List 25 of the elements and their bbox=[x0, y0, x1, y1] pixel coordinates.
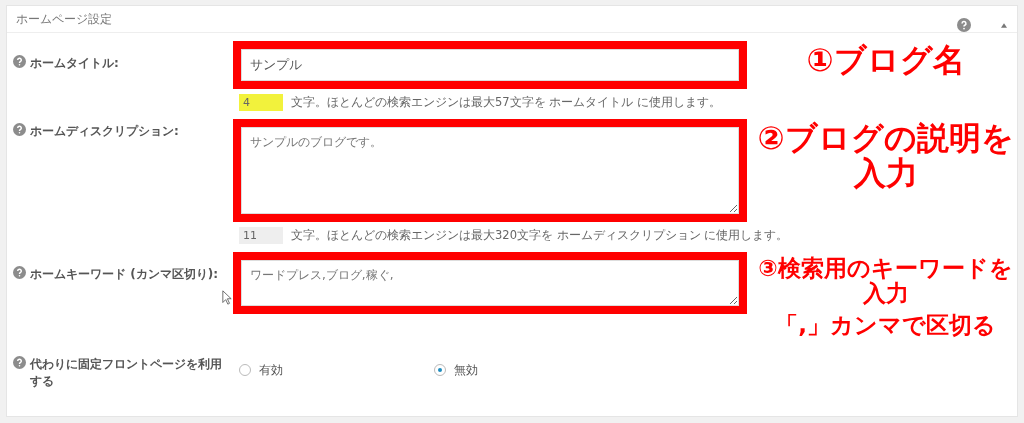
cursor-icon bbox=[222, 290, 232, 305]
help-icon[interactable] bbox=[957, 18, 971, 32]
help-icon[interactable] bbox=[13, 355, 26, 369]
annotation-text: ③検索用のキーワードを入力 bbox=[757, 256, 1014, 307]
help-icon[interactable] bbox=[13, 266, 26, 279]
radio-label: 無効 bbox=[454, 361, 478, 379]
help-icon[interactable] bbox=[13, 55, 26, 68]
hint-text: 文字。ほとんどの検索エンジンは最大57文字を ホームタイトル に使用します。 bbox=[291, 95, 721, 110]
char-count: 11 bbox=[239, 227, 283, 244]
collapse-icon[interactable] bbox=[1001, 22, 1007, 28]
annotation-text: ②ブログの説明を入力 bbox=[756, 121, 1015, 192]
char-count: 4 bbox=[239, 94, 283, 111]
annotation-text: ①ブログ名 bbox=[805, 43, 966, 79]
title-field[interactable]: サンプル bbox=[241, 49, 739, 81]
help-icon[interactable] bbox=[13, 123, 26, 136]
field-label: ホームキーワード (カンマ区切り): bbox=[30, 266, 218, 283]
panel-title: ホームページ設定 bbox=[16, 10, 112, 28]
radio-label: 有効 bbox=[259, 361, 283, 379]
field-label: ホームディスクリプション: bbox=[30, 123, 179, 140]
keywords-field[interactable]: ワードプレス,ブログ,稼ぐ, bbox=[241, 260, 739, 306]
description-field[interactable]: サンプルのブログです。 bbox=[241, 127, 739, 214]
hint-text: 文字。ほとんどの検索エンジンは最大320文字を ホームディスクリプション に使用します。 bbox=[291, 228, 789, 243]
field-label: ホームタイトル: bbox=[30, 55, 119, 72]
annotation-text: 「,」カンマで区切る bbox=[774, 312, 997, 338]
field-label: 代わりに固定フロントページを利用する bbox=[30, 355, 223, 390]
